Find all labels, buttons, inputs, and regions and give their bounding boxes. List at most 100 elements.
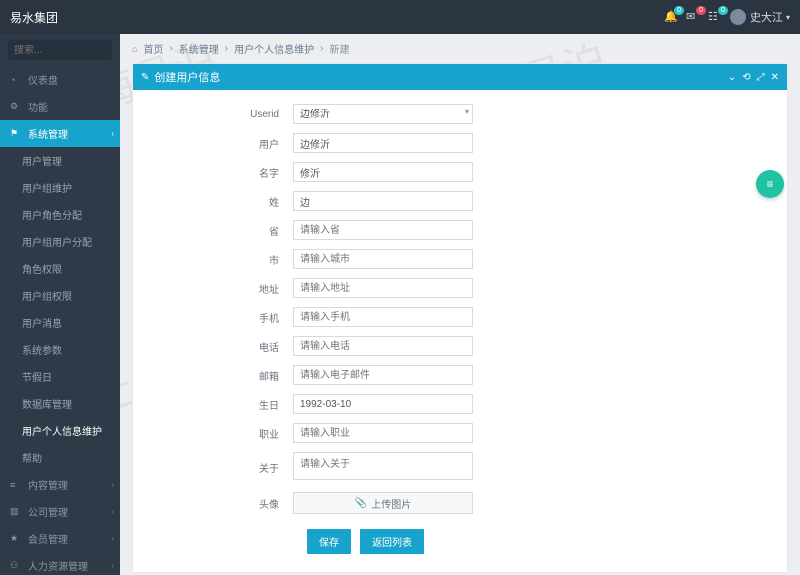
fab-button[interactable]: ≡ (756, 170, 784, 198)
sidebar-label: 人力资源管理 (28, 558, 88, 573)
sidebar-sub[interactable]: 用户角色分配 (0, 201, 120, 228)
crumb-a[interactable]: 系统管理 (179, 41, 219, 56)
sidebar-item[interactable]: ⚇ 人力资源管理 ‹ (0, 552, 120, 575)
sidebar-sub[interactable]: 角色权限 (0, 255, 120, 282)
label-email: 邮箱 (153, 368, 293, 383)
sidebar-label: 公司管理 (28, 504, 68, 519)
panel: ✎ 创建用户信息 ⌄ ⟲ ⤢ ✕ Userid 边修沂 ▾ 用户 名字 姓 省 … (132, 63, 788, 573)
sidebar-label: 角色权限 (22, 261, 62, 276)
phone-field[interactable] (293, 336, 473, 356)
sidebar-label: 功能 (28, 99, 48, 114)
badge: 0 (696, 6, 706, 15)
chevron-down-icon: ▾ (786, 13, 790, 22)
sidebar-search[interactable]: ⌕ (8, 40, 112, 60)
save-button[interactable]: 保存 (307, 529, 351, 554)
sidebar-item[interactable]: ★会员管理‹ (0, 525, 120, 552)
chevron-left-icon: ‹ (111, 561, 114, 570)
sidebar-sub-user-info[interactable]: 用户个人信息维护 (0, 417, 120, 444)
back-button[interactable]: 返回列表 (360, 529, 424, 554)
sidebar-sub[interactable]: 系统参数 (0, 336, 120, 363)
sidebar-sub[interactable]: 数据库管理 (0, 390, 120, 417)
notif-mail[interactable]: ✉ 0 (686, 10, 700, 24)
collapse-icon[interactable]: ⌄ (728, 72, 736, 83)
user-menu[interactable]: 史大江 ▾ (730, 9, 790, 25)
mobile-field[interactable] (293, 307, 473, 327)
sidebar: ⌕ ◔仪表盘 ⚙功能 ⚑系统管理‹ 用户管理 用户组维护 用户角色分配 用户组用… (0, 34, 120, 575)
sidebar-label: 数据库管理 (22, 396, 72, 411)
surname-field[interactable] (293, 191, 473, 211)
menu-icon: ≡ (766, 177, 773, 191)
close-icon[interactable]: ✕ (771, 72, 779, 83)
email-field[interactable] (293, 365, 473, 385)
chevron-left-icon: ‹ (111, 480, 114, 489)
notif-bell[interactable]: 🔔 0 (664, 10, 678, 24)
label-phone: 电话 (153, 339, 293, 354)
address-field[interactable] (293, 278, 473, 298)
user-field[interactable] (293, 133, 473, 153)
attach-icon: 📎 (355, 498, 367, 509)
expand-icon[interactable]: ⤢ (757, 72, 765, 83)
sidebar-sub[interactable]: 用户组权限 (0, 282, 120, 309)
crumb-b[interactable]: 用户个人信息维护 (234, 41, 314, 56)
label-userid: Userid (153, 109, 293, 120)
birthday-field[interactable] (293, 394, 473, 414)
sidebar-label: 用户个人信息维护 (22, 423, 102, 438)
sidebar-label: 节假日 (22, 369, 52, 384)
sidebar-label: 用户角色分配 (22, 207, 82, 222)
notif-task[interactable]: ☷ 0 (708, 10, 722, 24)
gear-icon: ⚙ (10, 101, 22, 112)
brand: 易水集团 (10, 9, 58, 26)
upload-button[interactable]: 📎 上传图片 (293, 492, 473, 514)
content: ⌂ 首页› 系统管理› 用户个人信息维护› 新建 ✎ 创建用户信息 ⌄ ⟲ ⤢ … (120, 34, 800, 575)
badge: 0 (718, 6, 728, 15)
chevron-left-icon: ‹ (111, 129, 114, 138)
label-city: 市 (153, 252, 293, 267)
panel-body: Userid 边修沂 ▾ 用户 名字 姓 省 市 地址 手机 电话 邮箱 生日 … (133, 90, 787, 572)
upload-label: 上传图片 (371, 496, 411, 511)
sidebar-label: 用户组权限 (22, 288, 72, 303)
chevron-left-icon: ‹ (111, 534, 114, 543)
sidebar-label: 用户组维护 (22, 180, 72, 195)
sidebar-label: 仪表盘 (28, 72, 58, 87)
crumb-c: 新建 (329, 41, 349, 56)
sidebar-label: 帮助 (22, 450, 42, 465)
job-field[interactable] (293, 423, 473, 443)
sidebar-label: 系统管理 (28, 126, 68, 141)
label-mobile: 手机 (153, 310, 293, 325)
breadcrumb: ⌂ 首页› 系统管理› 用户个人信息维护› 新建 (120, 34, 800, 63)
sidebar-label: 系统参数 (22, 342, 62, 357)
building-icon: ▧ (10, 506, 22, 517)
about-field[interactable] (293, 452, 473, 480)
users-icon: ⚇ (10, 560, 22, 571)
sidebar-sub[interactable]: 用户组用户分配 (0, 228, 120, 255)
sidebar-label: 用户组用户分配 (22, 234, 92, 249)
label-job: 职业 (153, 426, 293, 441)
name-field[interactable] (293, 162, 473, 182)
sidebar-sub[interactable]: 用户消息 (0, 309, 120, 336)
home-icon: ⌂ (132, 44, 137, 54)
userid-select[interactable]: 边修沂 (293, 104, 473, 124)
sidebar-item[interactable]: ▧公司管理‹ (0, 498, 120, 525)
sidebar-system-mgmt[interactable]: ⚑系统管理‹ (0, 120, 120, 147)
city-field[interactable] (293, 249, 473, 269)
badge: 0 (674, 6, 684, 15)
label-user: 用户 (153, 136, 293, 151)
username: 史大江 (750, 9, 783, 25)
sidebar-label: 内容管理 (28, 477, 68, 492)
sidebar-item[interactable]: ≡ 内容管理 ‹ (0, 471, 120, 498)
province-field[interactable] (293, 220, 473, 240)
row-userid: Userid 边修沂 ▾ (153, 104, 767, 124)
avatar (730, 9, 746, 25)
label-birthday: 生日 (153, 397, 293, 412)
crumb-home[interactable]: 首页 (143, 41, 163, 56)
refresh-icon[interactable]: ⟲ (742, 72, 750, 83)
sidebar-sub[interactable]: 用户管理 (0, 147, 120, 174)
gauge-icon: ◔ (10, 75, 22, 85)
search-input[interactable] (14, 45, 120, 56)
layers-icon: ≡ (10, 480, 22, 490)
label-address: 地址 (153, 281, 293, 296)
sidebar-sub[interactable]: 帮助 (0, 444, 120, 471)
sidebar-sub[interactable]: 用户组维护 (0, 174, 120, 201)
sidebar-dashboard[interactable]: ◔ 仪表盘 (0, 66, 120, 93)
sidebar-sub[interactable]: 节假日 (0, 363, 120, 390)
